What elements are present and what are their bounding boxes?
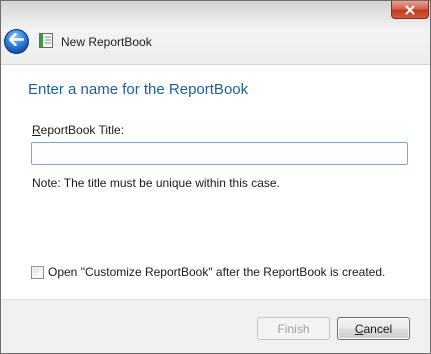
wizard-footer: Finish Cancel	[1, 299, 430, 353]
reportbook-title-input[interactable]	[31, 142, 408, 165]
back-arrow-icon	[8, 32, 25, 51]
uniqueness-note: Note: The title must be unique within th…	[32, 176, 280, 190]
finish-button[interactable]: Finish	[257, 317, 330, 340]
close-button[interactable]	[391, 1, 429, 19]
wizard-header: New ReportBook	[1, 1, 430, 65]
cancel-accelerator: C	[354, 321, 364, 336]
page-heading: Enter a name for the ReportBook	[28, 81, 249, 98]
cancel-label-text: ancel	[363, 321, 393, 336]
close-icon	[405, 5, 415, 15]
reportbook-icon	[39, 33, 53, 48]
wizard-title: New ReportBook	[61, 35, 152, 49]
customize-checkbox-label[interactable]: Open "Customize ReportBook" after the Re…	[48, 265, 385, 279]
cancel-button[interactable]: Cancel	[337, 317, 410, 340]
wizard-window: New ReportBook Enter a name for the Repo…	[0, 0, 431, 354]
title-label-accelerator: R	[32, 123, 41, 137]
reportbook-title-label: ReportBook Title:	[32, 123, 124, 137]
customize-option[interactable]: Open "Customize ReportBook" after the Re…	[31, 264, 385, 280]
customize-checkbox[interactable]	[31, 265, 44, 279]
title-label-text: eportBook Title:	[40, 123, 125, 137]
back-button[interactable]	[4, 29, 29, 54]
